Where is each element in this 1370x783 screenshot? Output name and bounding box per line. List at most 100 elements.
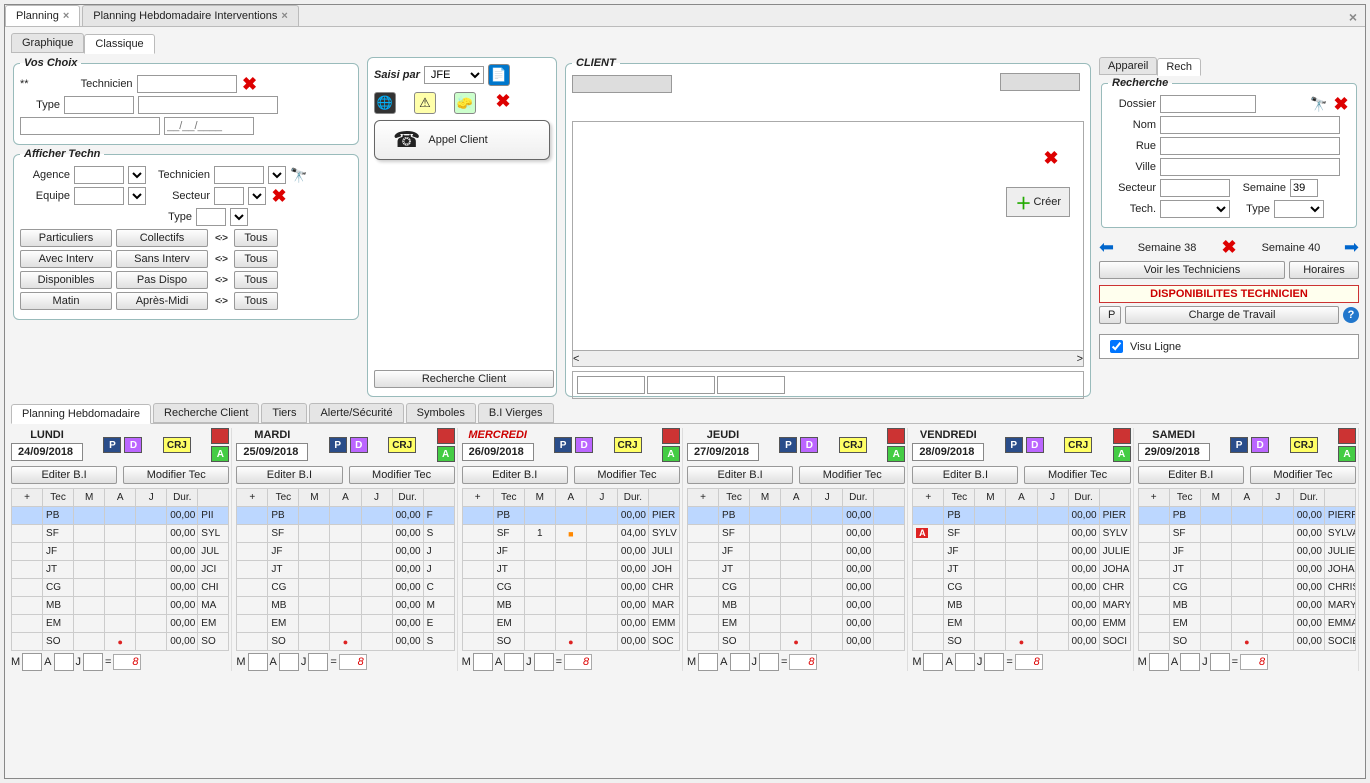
secteur-input[interactable]: [1160, 179, 1230, 197]
table-row[interactable]: JT00,00JOHA: [913, 561, 1130, 579]
badge-p[interactable]: P: [103, 437, 121, 453]
clear-icon[interactable]: ✖: [241, 75, 259, 93]
a-input[interactable]: [955, 653, 975, 671]
table-row[interactable]: JT00,00: [687, 561, 904, 579]
type-desc-input[interactable]: [138, 96, 278, 114]
agence-dropdown[interactable]: [128, 166, 146, 184]
table-row[interactable]: CG00,00CHRIST: [1138, 579, 1355, 597]
editer-bi-button[interactable]: Editer B.I: [912, 466, 1018, 484]
secteur-dropdown[interactable]: [248, 187, 266, 205]
delete-icon[interactable]: ✖: [1220, 239, 1238, 257]
swap-icon[interactable]: [212, 229, 230, 247]
col-header[interactable]: Tec: [944, 489, 975, 507]
tab-rech[interactable]: Rech: [1157, 58, 1201, 76]
free-input[interactable]: [20, 117, 160, 135]
tab-appareil[interactable]: Appareil: [1099, 57, 1157, 75]
col-header[interactable]: Tec: [719, 489, 750, 507]
table-row[interactable]: EM00,00EMM: [913, 615, 1130, 633]
badge-a[interactable]: A: [1113, 446, 1131, 462]
table-row[interactable]: PB00,00PII: [12, 507, 229, 525]
table-row[interactable]: MB00,00MARY: [913, 597, 1130, 615]
creer-button[interactable]: ＋Créer: [1006, 187, 1070, 217]
editer-bi-button[interactable]: Editer B.I: [462, 466, 568, 484]
table-row[interactable]: SF00,00SYL: [12, 525, 229, 543]
voir-techniciens-button[interactable]: Voir les Techniciens: [1099, 261, 1285, 279]
badge-crj[interactable]: CRJ: [163, 437, 191, 453]
modifier-tec-button[interactable]: Modifier Tec: [799, 466, 905, 484]
badge-a[interactable]: A: [437, 446, 455, 462]
table-row[interactable]: CG00,00CHI: [12, 579, 229, 597]
col-header[interactable]: A: [1231, 489, 1262, 507]
col-header[interactable]: A: [555, 489, 586, 507]
badge-p[interactable]: P: [1005, 437, 1023, 453]
saisi-par-select[interactable]: JFE: [424, 66, 484, 84]
table-row[interactable]: SO00,00SO: [12, 633, 229, 651]
j-input[interactable]: [308, 653, 328, 671]
table-row[interactable]: MB00,00MA: [12, 597, 229, 615]
detail-3[interactable]: [717, 376, 785, 394]
bottom-tab[interactable]: Planning Hebdomadaire: [11, 404, 151, 424]
table-row[interactable]: MB00,00MARYSE: [1138, 597, 1355, 615]
table-row[interactable]: SF104,00SYLV: [462, 525, 679, 543]
checkbox[interactable]: [1110, 340, 1123, 353]
clear-icon[interactable]: ✖: [270, 187, 288, 205]
col-header[interactable]: Tec: [493, 489, 524, 507]
modifier-tec-button[interactable]: Modifier Tec: [1024, 466, 1130, 484]
table-row[interactable]: PB00,00F: [237, 507, 454, 525]
badge-crj[interactable]: CRJ: [614, 437, 642, 453]
close-icon[interactable]: ×: [63, 10, 69, 22]
equipe-dropdown[interactable]: [128, 187, 146, 205]
tab-classique[interactable]: Classique: [84, 34, 154, 54]
table-row[interactable]: ASF00,00SYLV: [913, 525, 1130, 543]
badge-d[interactable]: D: [575, 437, 593, 453]
col-header[interactable]: Tec: [1169, 489, 1200, 507]
arrow-left-icon[interactable]: [1099, 237, 1114, 258]
date-input[interactable]: [164, 117, 254, 135]
col-header[interactable]: A: [105, 489, 136, 507]
table-row[interactable]: MB00,00: [687, 597, 904, 615]
table-row[interactable]: MB00,00M: [237, 597, 454, 615]
help-icon[interactable]: [1343, 307, 1359, 323]
table-row[interactable]: EM00,00EMMANU: [1138, 615, 1355, 633]
table-row[interactable]: JT00,00JCI: [12, 561, 229, 579]
badge-rec[interactable]: [887, 428, 905, 444]
tous-button[interactable]: Tous: [234, 250, 278, 268]
table-row[interactable]: JT00,00JOHANN: [1138, 561, 1355, 579]
table-row[interactable]: JT00,00JOH: [462, 561, 679, 579]
badge-d[interactable]: D: [350, 437, 368, 453]
col-header[interactable]: M: [524, 489, 555, 507]
tab-planning[interactable]: Planning×: [5, 5, 80, 26]
badge-d[interactable]: D: [1026, 437, 1044, 453]
filter-button[interactable]: Pas Dispo: [116, 271, 208, 289]
badge-d[interactable]: D: [1251, 437, 1269, 453]
appel-client-button[interactable]: Appel Client: [374, 120, 550, 160]
col-header[interactable]: M: [74, 489, 105, 507]
dispo-technicien-banner[interactable]: DISPONIBILITES TECHNICIEN: [1099, 285, 1359, 303]
j-input[interactable]: [534, 653, 554, 671]
col-header[interactable]: Tec: [268, 489, 299, 507]
swap-icon[interactable]: [212, 292, 230, 310]
table-row[interactable]: EM00,00E: [237, 615, 454, 633]
m-input[interactable]: [1149, 653, 1169, 671]
m-input[interactable]: [473, 653, 493, 671]
a-input[interactable]: [279, 653, 299, 671]
badge-rec[interactable]: [662, 428, 680, 444]
col-header[interactable]: +: [462, 489, 493, 507]
col-header[interactable]: M: [975, 489, 1006, 507]
badge-d[interactable]: D: [124, 437, 142, 453]
filter-button[interactable]: Disponibles: [20, 271, 112, 289]
table-row[interactable]: SO00,00S: [237, 633, 454, 651]
agence-input[interactable]: [74, 166, 124, 184]
technicien-dropdown[interactable]: [268, 166, 286, 184]
badge-p[interactable]: P: [554, 437, 572, 453]
badge-a[interactable]: A: [1338, 446, 1356, 462]
filter-button[interactable]: Avec Interv: [20, 250, 112, 268]
tous-button[interactable]: Tous: [234, 292, 278, 310]
technicien-input[interactable]: [137, 75, 237, 93]
table-row[interactable]: SF00,00S: [237, 525, 454, 543]
rue-input[interactable]: [1160, 137, 1340, 155]
badge-crj[interactable]: CRJ: [1290, 437, 1318, 453]
col-header[interactable]: [874, 489, 905, 507]
table-row[interactable]: SO00,00: [687, 633, 904, 651]
j-input[interactable]: [1210, 653, 1230, 671]
